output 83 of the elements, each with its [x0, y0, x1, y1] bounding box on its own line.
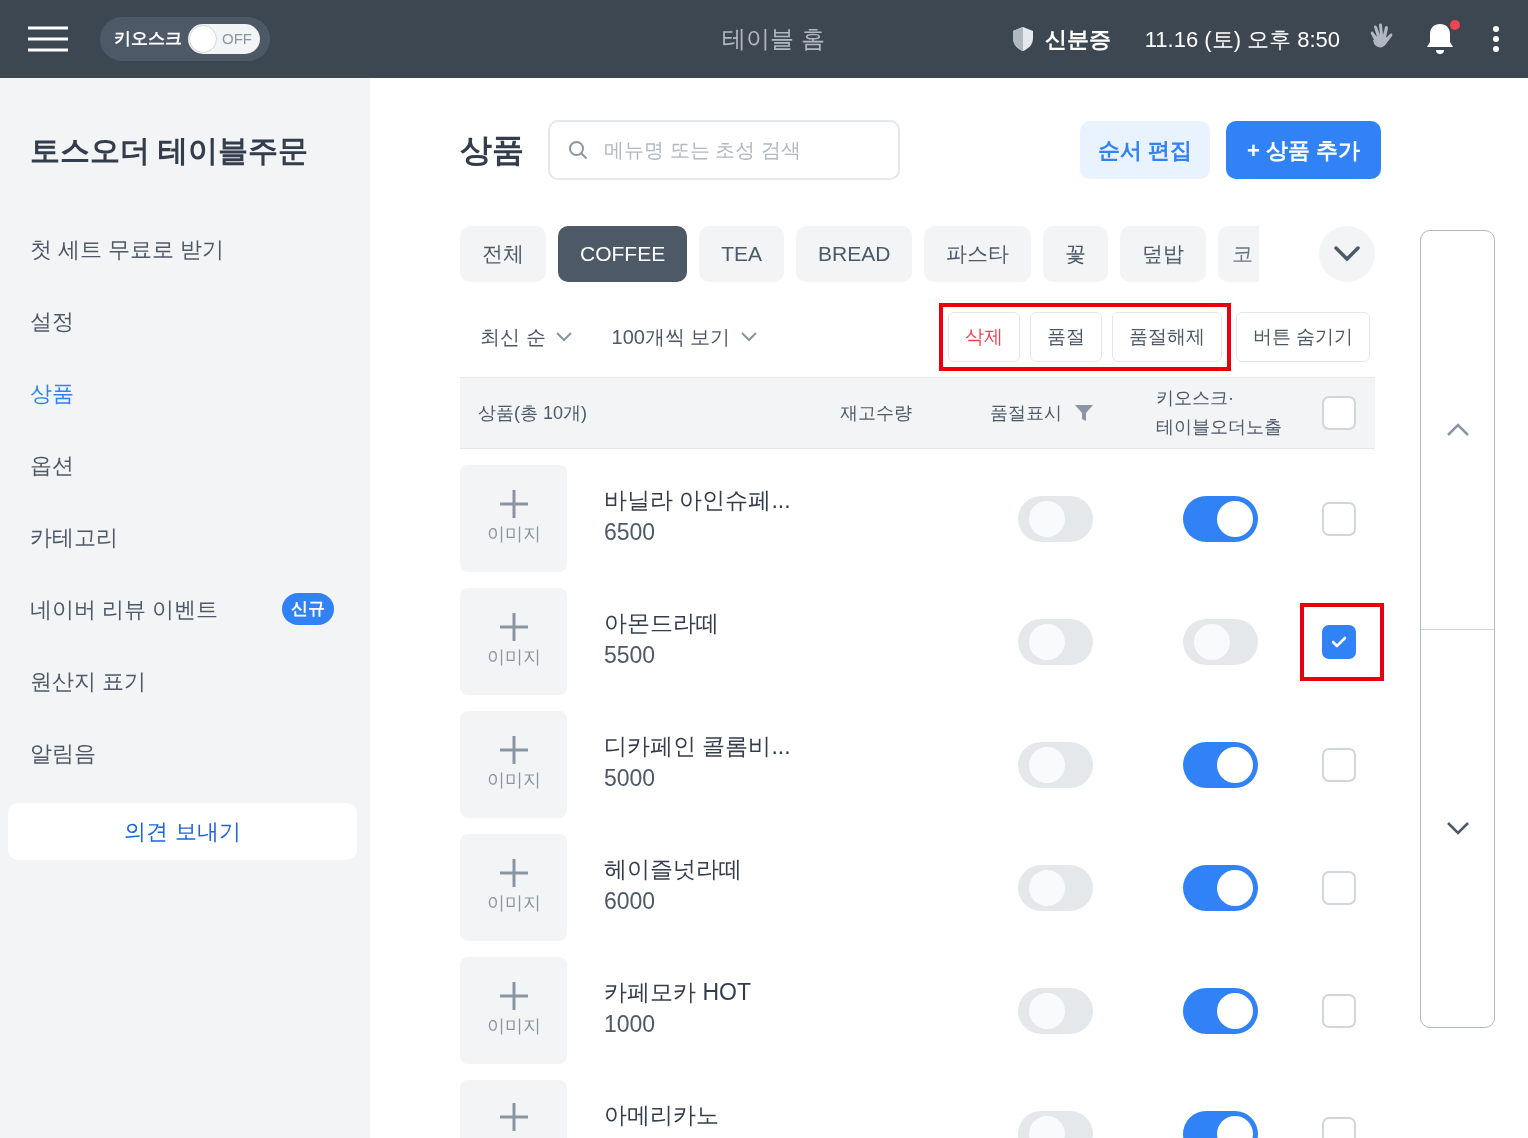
column-header: 상품(총 10개): [478, 401, 588, 425]
toggle-switch[interactable]: [1183, 618, 1258, 665]
chevron-down-icon: [1334, 246, 1360, 262]
product-price: 6000: [604, 887, 657, 916]
product-name: 디카페인 콜롬비...: [604, 732, 792, 761]
toggle-switch[interactable]: [1018, 864, 1093, 911]
more-icon[interactable]: [1492, 26, 1500, 52]
checkbox[interactable]: [1322, 396, 1356, 430]
chevron-up-icon: [1445, 422, 1470, 437]
chevron-down-icon: [1445, 821, 1470, 836]
plus-icon: [498, 981, 529, 1011]
toggle-switch[interactable]: [1018, 987, 1093, 1034]
plus-icon: [498, 1102, 529, 1132]
toggle-switch[interactable]: [1183, 864, 1258, 911]
toggle-switch[interactable]: [1183, 987, 1258, 1034]
page-title: 테이블 홈: [722, 24, 825, 54]
section-title: 상품: [460, 131, 525, 170]
plus-icon: [498, 858, 529, 888]
category-tab[interactable]: COFFEE: [558, 226, 688, 282]
sort-dropdown[interactable]: 최신 순: [480, 322, 546, 352]
expand-categories-button[interactable]: [1319, 226, 1375, 282]
sidebar-title: 토스오더 테이블주문: [29, 133, 310, 169]
toggle-switch[interactable]: [1018, 495, 1093, 542]
category-tab[interactable]: 덮밥: [1120, 226, 1207, 282]
column-header: 품절표시: [990, 401, 1062, 425]
menu-icon[interactable]: [28, 26, 68, 52]
action-button[interactable]: 버튼 숨기기: [1235, 312, 1370, 362]
category-tab[interactable]: 전체: [460, 226, 546, 282]
new-badge: 신규: [282, 593, 334, 625]
search-field[interactable]: 메뉴명 또는 초성 검색: [548, 120, 900, 180]
sidebar-item[interactable]: 카테고리: [30, 520, 118, 554]
column-header: 재고수량: [840, 401, 913, 425]
reorder-button[interactable]: 순서 편집: [1080, 121, 1210, 179]
checkbox[interactable]: [1322, 624, 1356, 659]
product-price: 1000: [604, 1010, 657, 1039]
shield-icon: [1010, 26, 1035, 52]
product-name: 바닐라 아인슈페...: [604, 486, 792, 515]
sidebar-item[interactable]: 옵션: [30, 448, 74, 482]
id-card-link[interactable]: 신분증: [1044, 22, 1111, 56]
chevron-down-icon: [555, 332, 572, 342]
search-icon: [568, 140, 588, 160]
category-tab[interactable]: 꽃: [1043, 226, 1109, 282]
toggle-switch[interactable]: [1183, 495, 1258, 542]
plus-icon: [498, 735, 529, 765]
product-price: 5000: [604, 764, 657, 793]
sidebar-item[interactable]: 설정: [30, 304, 74, 338]
plus-icon: [498, 489, 529, 519]
action-button[interactable]: 삭제: [947, 312, 1020, 362]
action-button[interactable]: 품절: [1029, 312, 1102, 362]
toggle-switch[interactable]: [1018, 741, 1093, 788]
category-tab[interactable]: 코: [1218, 226, 1260, 282]
product-name: 카페모카 HOT: [604, 978, 752, 1007]
product-name: 아몬드라떼: [604, 609, 720, 638]
filter-icon[interactable]: [1074, 403, 1094, 423]
product-name: 아메리카노: [604, 1101, 720, 1130]
checkbox[interactable]: [1322, 501, 1356, 536]
kiosk-mode-control[interactable]: 키오스크 OFF: [100, 17, 270, 61]
sidebar-item[interactable]: 알림음: [30, 736, 96, 770]
column-header: 키오스크· 테이블오더노출: [1156, 387, 1283, 439]
toggle-switch[interactable]: [1183, 741, 1258, 788]
sidebar-item[interactable]: 상품: [30, 376, 74, 410]
date-time: 11.16 (토) 오후 8:50: [1144, 25, 1340, 54]
chevron-down-icon: [740, 332, 757, 342]
page-size-dropdown[interactable]: 100개씩 보기: [611, 322, 731, 352]
plus-icon: [498, 612, 529, 642]
sidebar-item[interactable]: 네이버 리뷰 이벤트: [30, 592, 219, 626]
product-price: 6500: [604, 518, 657, 547]
action-button[interactable]: 품절해제: [1111, 312, 1222, 362]
sidebar-item[interactable]: 원산지 표기: [30, 664, 147, 698]
kiosk-label: 키오스크: [114, 28, 182, 51]
add-product-button[interactable]: + 상품 추가: [1226, 121, 1381, 179]
toggle-switch[interactable]: [1018, 618, 1093, 665]
checkbox[interactable]: [1322, 870, 1356, 905]
checkbox[interactable]: [1322, 993, 1356, 1028]
product-name: 헤이즐넛라떼: [604, 855, 743, 884]
checkbox[interactable]: [1322, 747, 1356, 782]
bell-icon[interactable]: [1424, 22, 1456, 56]
feedback-button[interactable]: 의견 보내기: [8, 803, 357, 860]
product-price: 5500: [604, 641, 657, 670]
sidebar-item[interactable]: 첫 세트 무료로 받기: [30, 232, 225, 266]
category-tab[interactable]: BREAD: [796, 226, 913, 282]
category-tab[interactable]: 파스타: [924, 226, 1032, 282]
category-tab[interactable]: TEA: [699, 226, 784, 282]
